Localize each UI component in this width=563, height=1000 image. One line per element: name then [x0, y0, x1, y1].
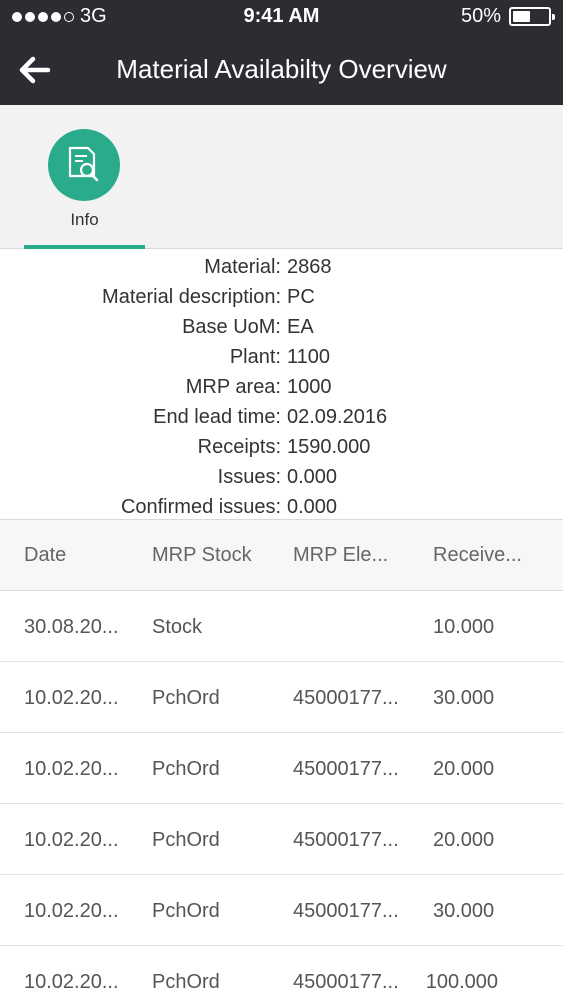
info-label: Material description: [102, 286, 281, 308]
info-label: Confirmed issues: [120, 496, 281, 518]
page-title: Material Availabilty Overview [116, 54, 447, 84]
date-cell: 10.02.20... [24, 758, 119, 780]
mrp-element-cell: 45000177... [293, 758, 399, 780]
info-row: Plant: 1100 [0, 342, 563, 372]
material-info-panel: Material: 2868 Material description: PC Base… [0, 250, 563, 520]
date-cell: 10.02.20... [24, 971, 119, 993]
mrp-element-cell: 45000177... [293, 687, 399, 709]
info-label: Material: [204, 256, 281, 278]
column-header-mrp-element[interactable]: MRP Ele... [293, 544, 409, 567]
info-value: PC [287, 286, 315, 308]
tab-info-label: Info [70, 210, 99, 229]
battery-icon [509, 7, 555, 26]
table-header: Date MRP Stock MRP Ele... Receive... [0, 520, 563, 591]
info-value: 0.000 [287, 466, 338, 488]
table-row[interactable]: 10.02.20... PchOrd 45000177... 30.000 [0, 662, 563, 733]
received-cell: 30.000 [433, 900, 495, 922]
date-cell: 10.02.20... [24, 829, 119, 851]
mrp-table: Date MRP Stock MRP Ele... Receive... 30.… [0, 520, 563, 1000]
tab-info-icon-circle [48, 129, 120, 201]
info-value: EA [287, 316, 314, 338]
battery-area: 50% [460, 5, 555, 28]
received-cell: 10.000 [433, 616, 495, 638]
table-row[interactable]: 10.02.20... PchOrd 45000177... 30.000 [0, 875, 563, 946]
info-row: Receipts: 1590.000 [0, 432, 563, 462]
info-row: Issues: 0.000 [0, 462, 563, 492]
info-label: Plant: [229, 346, 281, 368]
info-value: 1000 [287, 376, 332, 398]
mrp-element-cell: 45000177... [293, 900, 399, 922]
date-cell: 30.08.20... [24, 616, 119, 638]
info-value: 0.000 [287, 496, 338, 518]
received-cell: 100.000 [425, 971, 498, 993]
mrp-stock-cell: PchOrd [152, 900, 220, 922]
status-bar: 3G 9:41 AM 50% [0, 0, 563, 34]
mrp-stock-cell: PchOrd [152, 758, 220, 780]
column-header-received[interactable]: Receive... [433, 544, 537, 567]
info-value: 1590.000 [287, 436, 371, 458]
column-header-mrp-stock[interactable]: MRP Stock [152, 544, 272, 567]
tab-info[interactable]: Info [24, 105, 145, 249]
info-row: MRP area: 1000 [0, 372, 563, 402]
battery-percent: 50% [460, 5, 501, 27]
table-row[interactable]: 10.02.20... PchOrd 45000177... 20.000 [0, 804, 563, 875]
info-value: 1100 [287, 346, 331, 368]
info-label: Receipts: [197, 436, 281, 458]
mrp-element-cell: 45000177... [293, 971, 399, 993]
tab-selected-indicator [24, 245, 145, 249]
info-row: Base UoM: EA [0, 312, 563, 342]
top-bar: 3G 9:41 AM 50% Material Availabilty Over… [0, 0, 563, 105]
mrp-stock-cell: PchOrd [152, 971, 220, 993]
mrp-element-cell: 45000177... [293, 829, 399, 851]
mrp-stock-cell: Stock [152, 616, 203, 638]
table-row[interactable]: 30.08.20... Stock 10.000 [0, 591, 563, 662]
info-value: 2868 [287, 256, 332, 278]
received-cell: 30.000 [433, 687, 495, 709]
date-cell: 10.02.20... [24, 687, 119, 709]
info-label: Base UoM: [182, 316, 281, 338]
info-row: End lead time: 02.09.2016 [0, 402, 563, 432]
received-cell: 20.000 [433, 829, 495, 851]
info-row: Confirmed issues: 0.000 [0, 492, 563, 522]
info-label: Issues: [217, 466, 281, 488]
info-value: 02.09.2016 [287, 406, 388, 428]
document-search-icon [68, 146, 99, 182]
table-row[interactable]: 10.02.20... PchOrd 45000177... 100.000 [0, 946, 563, 1000]
info-label: End lead time: [153, 406, 281, 428]
mrp-stock-cell: PchOrd [152, 687, 220, 709]
received-cell: 20.000 [433, 758, 495, 780]
info-row: Material: 2868 [0, 252, 563, 282]
info-row: Material description: PC [0, 282, 563, 312]
nav-bar: Material Availabilty Overview [0, 40, 563, 100]
mrp-stock-cell: PchOrd [152, 829, 220, 851]
info-label: MRP area: [185, 376, 281, 398]
column-header-date[interactable]: Date [24, 544, 130, 567]
tab-bar: Info [0, 105, 563, 249]
table-row[interactable]: 10.02.20... PchOrd 45000177... 20.000 [0, 733, 563, 804]
date-cell: 10.02.20... [24, 900, 119, 922]
